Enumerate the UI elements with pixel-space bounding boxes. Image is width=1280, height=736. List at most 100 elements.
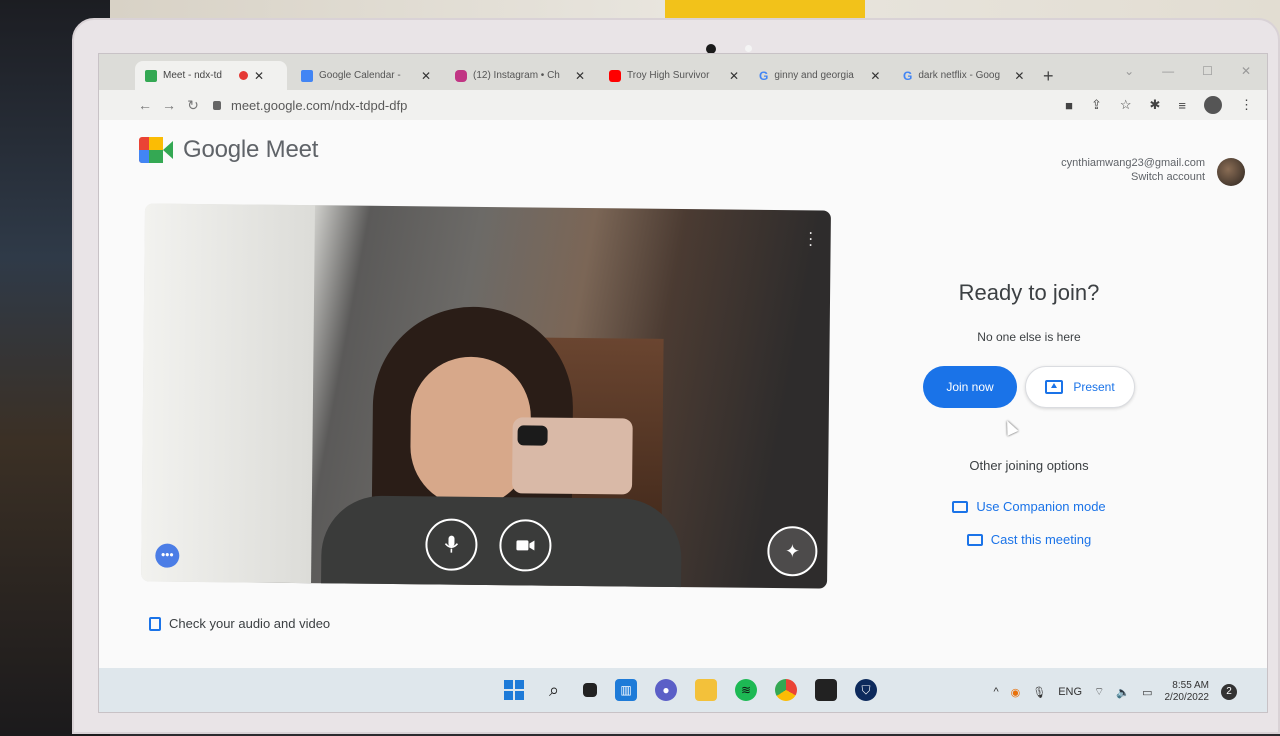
clock[interactable]: 8:55 AM 2/20/2022 [1165,680,1210,704]
close-tab-icon[interactable]: ✕ [575,69,585,83]
new-tab-button[interactable]: + [1043,66,1054,87]
window-controls: ⌄ — ☐ ✕ [1124,64,1251,78]
vpn-shield-icon[interactable]: ⛉ [855,679,877,701]
tab-google-search-2[interactable]: G dark netflix - Goog ✕ [893,61,1037,90]
url-text: meet.google.com/ndx-tdpd-dfp [231,97,408,113]
cast-icon [966,533,983,546]
close-tab-icon[interactable]: ✕ [870,69,880,83]
other-joining-options-label: Other joining options [969,458,1089,473]
chrome-icon[interactable] [775,679,797,701]
chat-icon[interactable]: ● [655,679,677,701]
microphone-toggle-button[interactable] [425,518,478,571]
meet-favicon-icon [145,69,157,82]
tab-instagram[interactable]: (12) Instagram • Ch ✕ [445,61,595,90]
reload-icon[interactable]: ↻ [181,97,205,114]
account-info: cynthiamwang23@gmail.com Switch account [1061,156,1205,184]
more-options-icon[interactable]: · · · [807,224,815,253]
windows-start-icon[interactable] [503,679,525,701]
address-bar[interactable]: meet.google.com/ndx-tdpd-dfp [213,98,407,113]
camera-preview: · · · ✦ ••• [141,203,831,589]
laptop-screen: Meet - ndx-td ✕ Google Calendar - ✕ (12)… [98,53,1268,713]
tray-app-icon[interactable]: ◉ [1011,686,1021,699]
join-button-row: Join now Present [879,366,1179,408]
recording-icon [239,71,248,80]
tab-label: (12) Instagram • Ch [473,70,560,81]
search-icon[interactable]: ⌕ [543,679,565,701]
calendar-favicon-icon [301,69,313,82]
tab-calendar[interactable]: Google Calendar - ✕ [291,61,441,90]
close-tab-icon[interactable]: ✕ [421,69,431,83]
forward-icon[interactable]: → [157,97,181,113]
share-icon[interactable]: ⇪ [1091,97,1102,113]
present-button[interactable]: Present [1025,366,1135,408]
extensions-puzzle-icon[interactable]: ✱ [1150,97,1161,113]
sparkle-icon: ✦ [784,540,801,561]
close-tab-icon[interactable]: ✕ [1014,69,1024,83]
join-panel: Ready to join? No one else is here Join … [879,280,1179,547]
instagram-favicon-icon [455,69,467,82]
clock-date: 2/20/2022 [1164,692,1210,703]
microphone-tray-icon[interactable]: 🎙 [1032,686,1046,699]
tab-meet[interactable]: Meet - ndx-td ✕ [135,61,287,90]
video-camera-icon [516,540,535,551]
ready-to-join-heading: Ready to join? [958,280,1100,305]
companion-mode-icon [952,500,969,513]
tab-google-search-1[interactable]: G ginny and georgia ✕ [749,61,893,90]
minimize-icon[interactable]: — [1162,64,1174,78]
file-explorer-icon[interactable] [695,679,717,701]
volume-icon[interactable]: 🔈 [1116,686,1130,699]
tab-search-icon[interactable]: ⌄ [1124,64,1134,78]
widgets-icon[interactable]: ▥ [615,679,637,701]
windows-taskbar: ⌕ ▥ ● ≋ ⛉ ^ ◉ 🎙 ENG ⌔ 🔈 ▭ 8:55 AM 2/20/2… [99,668,1267,712]
reading-list-icon[interactable]: ≡ [1178,98,1186,113]
sticky-notes-icon[interactable] [815,679,837,701]
account-avatar[interactable] [1217,158,1245,186]
preview-phone-camera [517,425,548,446]
cast-meeting-link[interactable]: Cast this meeting [879,532,1179,547]
language-indicator[interactable]: ENG [1058,686,1082,698]
task-view-icon[interactable] [583,683,597,697]
preview-more-button[interactable]: ••• [155,543,180,568]
visual-effects-button[interactable]: ✦ [767,525,818,577]
check-av-label: Check your audio and video [169,616,331,631]
battery-icon[interactable]: ▭ [1142,686,1152,699]
browser-tab-strip: Meet - ndx-td ✕ Google Calendar - ✕ (12)… [99,54,1267,90]
close-window-icon[interactable]: ✕ [1241,64,1251,78]
close-tab-icon[interactable]: ✕ [729,69,739,83]
switch-account-link[interactable]: Switch account [1061,170,1205,184]
close-tab-icon[interactable]: ✕ [254,69,264,83]
join-now-button[interactable]: Join now [923,366,1017,408]
preview-wall [141,203,315,584]
camera-toggle-button[interactable] [499,519,552,572]
google-favicon-icon: G [903,68,913,83]
tab-label: ginny and georgia [774,70,854,81]
companion-label: Use Companion mode [976,499,1106,514]
profile-avatar[interactable] [1204,96,1222,114]
present-screen-icon [1045,380,1064,394]
meet-logo[interactable]: Google Meet [139,136,318,164]
participants-status: No one else is here [977,330,1081,344]
meet-camera-logo-icon [139,137,173,163]
clock-time: 8:55 AM [1172,680,1209,691]
maximize-icon[interactable]: ☐ [1202,64,1213,78]
tab-label: Google Calendar - [319,70,401,81]
speaker-check-icon [149,616,161,631]
taskbar-pinned-apps: ⌕ ▥ ● ≋ ⛉ [503,679,877,701]
webcam-led [745,45,752,52]
notification-badge[interactable]: 2 [1221,684,1237,700]
tab-youtube[interactable]: Troy High Survivor ✕ [599,61,749,90]
logo-text: Google Meet [183,136,319,163]
system-tray: ^ ◉ 🎙 ENG ⌔ 🔈 ▭ 8:55 AM 2/20/2022 2 [993,680,1237,704]
chrome-menu-icon[interactable]: ⋮ [1240,97,1253,113]
camera-in-use-icon[interactable]: ■ [1065,98,1073,113]
wifi-icon[interactable]: ⌔ [1094,685,1104,699]
tab-label: dark netflix - Goog [918,70,1001,81]
show-hidden-icons-icon[interactable]: ^ [993,686,998,698]
companion-mode-link[interactable]: Use Companion mode [879,499,1179,514]
check-audio-video-button[interactable]: Check your audio and video [139,610,340,637]
lock-icon [213,100,221,110]
bookmark-star-icon[interactable]: ☆ [1120,97,1132,113]
meet-page: Google Meet cynthiamwang23@gmail.com Swi… [99,120,1267,668]
back-icon[interactable]: ← [133,97,157,113]
spotify-icon[interactable]: ≋ [735,679,757,701]
